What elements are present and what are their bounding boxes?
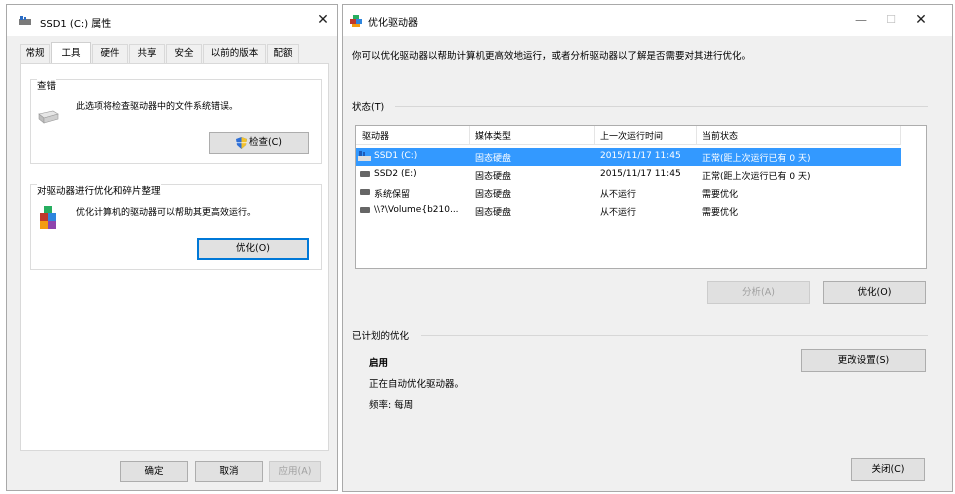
column-separator[interactable] xyxy=(900,126,901,145)
drive-icon xyxy=(360,207,370,213)
tab-quota[interactable]: 配额 xyxy=(267,44,299,63)
drive-status: 需要优化 xyxy=(702,208,739,218)
drive-status: 正常(距上次运行已有 0 天) xyxy=(702,172,811,182)
drives-table-header: 驱动器 媒体类型 上一次运行时间 当前状态 xyxy=(356,126,901,145)
drive-row[interactable]: SSD2 (E:) 固态硬盘 2015/11/17 11:45 正常(距上次运行… xyxy=(356,166,901,184)
drive-row[interactable]: 系统保留 固态硬盘 从不运行 需要优化 xyxy=(356,184,901,202)
drive-status: 正常(距上次运行已有 0 天) xyxy=(702,154,811,164)
status-divider xyxy=(395,106,928,107)
optimize-drive-button[interactable]: 优化(O) xyxy=(823,281,926,304)
defrag-icon xyxy=(40,206,56,229)
intro-text: 你可以优化驱动器以帮助计算机更高效地运行，或者分析驱动器以了解是否需要对其进行优… xyxy=(352,51,752,62)
apply-button[interactable]: 应用(A) xyxy=(269,461,321,482)
drive-properties-dialog: SSD1 (C:) 属性 ✕ 常规 工具 硬件 共享 安全 以前的版本 配额 查… xyxy=(6,4,338,491)
window-close-button[interactable]: ✕ xyxy=(906,9,936,31)
drives-table[interactable]: 驱动器 媒体类型 上一次运行时间 当前状态 SSD1 (C:) 固态硬盘 201… xyxy=(355,125,927,269)
properties-titlebar: SSD1 (C:) 属性 ✕ xyxy=(7,5,337,36)
scheduled-divider xyxy=(421,335,928,336)
hard-drive-icon xyxy=(38,110,59,124)
close-button[interactable]: 关闭(C) xyxy=(851,458,925,481)
drive-row[interactable]: SSD1 (C:) 固态硬盘 2015/11/17 11:45 正常(距上次运行… xyxy=(356,148,901,166)
optimize-group: 对驱动器进行优化和碎片整理 优化计算机的驱动器可以帮助其更高效运行。 优化(O) xyxy=(30,183,322,270)
drive-row[interactable]: \\?\Volume{b210... 固态硬盘 从不运行 需要优化 xyxy=(356,202,901,220)
drive-media: 固态硬盘 xyxy=(475,154,512,164)
tab-sharing[interactable]: 共享 xyxy=(129,44,165,63)
check-button[interactable]: 检查(C) xyxy=(209,132,309,154)
properties-tabs: 常规 工具 硬件 共享 安全 以前的版本 配额 xyxy=(20,42,310,64)
properties-close-button[interactable]: ✕ xyxy=(311,11,335,29)
drive-name: SSD2 (E:) xyxy=(374,169,417,179)
schedule-frequency: 频率: 每周 xyxy=(369,400,414,411)
drive-name: SSD1 (C:) xyxy=(374,151,418,161)
drive-icon xyxy=(360,171,370,177)
error-check-title: 查错 xyxy=(37,78,57,92)
drive-last-run: 从不运行 xyxy=(600,208,637,218)
system-drive-icon xyxy=(358,151,371,161)
ok-button[interactable]: 确定 xyxy=(120,461,188,482)
drive-last-run: 从不运行 xyxy=(600,190,637,200)
schedule-description: 正在自动优化驱动器。 xyxy=(369,379,465,390)
tab-tools[interactable]: 工具 xyxy=(51,42,91,63)
optimize-title: 优化驱动器 xyxy=(368,18,418,29)
column-separator[interactable] xyxy=(696,126,697,145)
change-settings-button[interactable]: 更改设置(S) xyxy=(801,349,926,372)
column-media-type[interactable]: 媒体类型 xyxy=(475,129,511,142)
column-last-run[interactable]: 上一次运行时间 xyxy=(600,129,663,142)
maximize-button[interactable]: ☐ xyxy=(876,9,906,31)
drive-status: 需要优化 xyxy=(702,190,739,200)
error-check-group: 查错 此选项将检查驱动器中的文件系统错误。 检查(C) xyxy=(30,78,322,164)
column-separator[interactable] xyxy=(594,126,595,145)
tools-tab-panel: 查错 此选项将检查驱动器中的文件系统错误。 检查(C) 对驱动器进行优化和碎片整… xyxy=(20,63,329,451)
optimize-titlebar: 优化驱动器 — ☐ ✕ xyxy=(343,5,952,36)
optimize-group-text: 优化计算机的驱动器可以帮助其更高效运行。 xyxy=(76,208,257,218)
drive-last-run: 2015/11/17 11:45 xyxy=(600,169,681,179)
tab-previous-versions[interactable]: 以前的版本 xyxy=(203,44,266,63)
schedule-state: 启用 xyxy=(369,358,389,369)
drive-media: 固态硬盘 xyxy=(475,190,512,200)
column-separator[interactable] xyxy=(469,126,470,145)
tab-hardware[interactable]: 硬件 xyxy=(92,44,128,63)
shield-icon xyxy=(235,136,247,149)
column-status[interactable]: 当前状态 xyxy=(702,129,738,142)
status-label: 状态(T) xyxy=(352,102,385,113)
drive-icon xyxy=(19,16,31,25)
drive-media: 固态硬盘 xyxy=(475,208,512,218)
analyze-button[interactable]: 分析(A) xyxy=(707,281,810,304)
drive-last-run: 2015/11/17 11:45 xyxy=(600,151,681,161)
column-drive[interactable]: 驱动器 xyxy=(362,129,389,142)
defrag-app-icon xyxy=(350,15,362,27)
properties-title: SSD1 (C:) 属性 xyxy=(40,19,112,30)
minimize-button[interactable]: — xyxy=(846,9,876,31)
error-check-text: 此选项将检查驱动器中的文件系统错误。 xyxy=(76,102,239,112)
tab-general[interactable]: 常规 xyxy=(20,44,50,63)
tab-security[interactable]: 安全 xyxy=(166,44,202,63)
check-button-label: 检查(C) xyxy=(248,137,283,148)
optimize-drives-window: 优化驱动器 — ☐ ✕ 你可以优化驱动器以帮助计算机更高效地运行，或者分析驱动器… xyxy=(342,4,953,492)
drive-name: \\?\Volume{b210... xyxy=(374,205,459,215)
drive-media: 固态硬盘 xyxy=(475,172,512,182)
cancel-button[interactable]: 取消 xyxy=(195,461,263,482)
drive-name: 系统保留 xyxy=(374,190,411,200)
drive-icon xyxy=(360,189,370,195)
optimize-group-title: 对驱动器进行优化和碎片整理 xyxy=(37,183,161,197)
optimize-button[interactable]: 优化(O) xyxy=(197,238,309,260)
scheduled-optimization-label: 已计划的优化 xyxy=(352,331,410,342)
